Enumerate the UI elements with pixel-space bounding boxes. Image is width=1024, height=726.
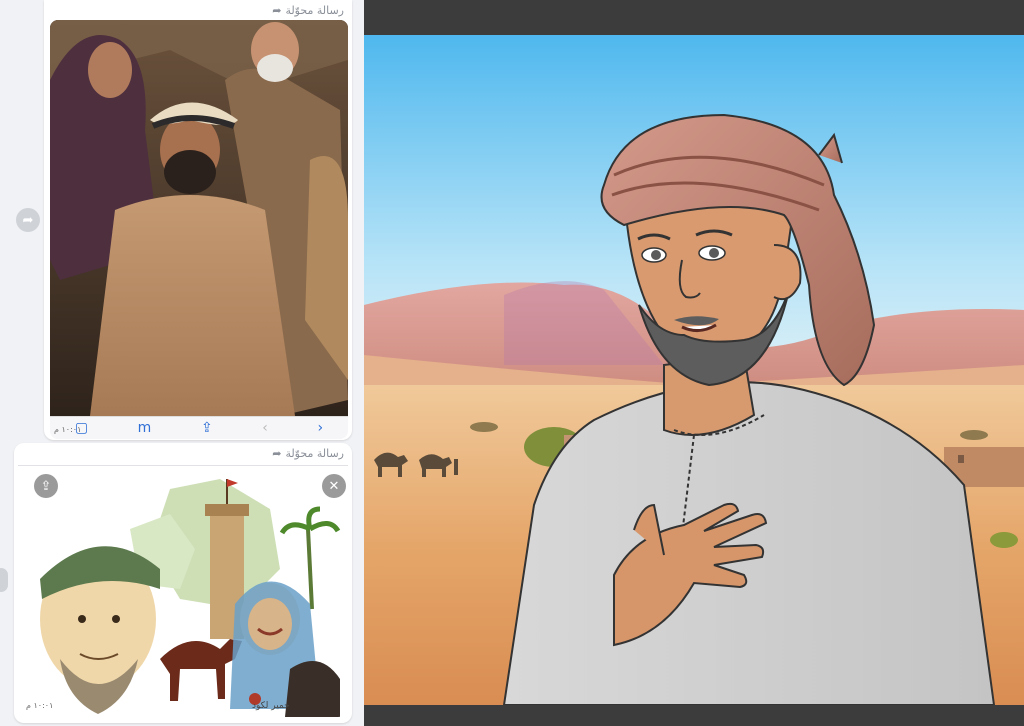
- sketch-illustration: [20, 469, 346, 717]
- browser-toolbar: ▢ 𝗆 ⇪ ‹ ›: [50, 416, 348, 439]
- forward-arrow-icon: ➦: [272, 3, 282, 17]
- message-bubble-photo[interactable]: رسالة محوّلة ➦ ▢ 𝗆 ⇪ ‹ › ١٠:٠١ م: [44, 0, 352, 440]
- forwarded-header: رسالة محوّلة ➦: [272, 2, 344, 18]
- photo-actors-illustration: [50, 20, 348, 416]
- message-timestamp: ١٠:٠١ م: [54, 425, 82, 434]
- desert-man-illustration: [364, 35, 1024, 705]
- viewer-top-bar: [364, 0, 1024, 35]
- cartoon-image[interactable]: [364, 35, 1024, 705]
- share-icon[interactable]: ⇪: [201, 420, 213, 436]
- chat-panel: ➦ رسالة محوّلة ➦ ▢ 𝗆 ⇪ ‹ › ١٠:٠١ م رسالة…: [0, 0, 364, 726]
- close-icon[interactable]: ✕: [322, 474, 346, 498]
- back-icon[interactable]: ‹: [262, 420, 268, 436]
- message-timestamp: ١٠:٠١ م: [26, 701, 54, 710]
- forward-button-partial[interactable]: [0, 568, 8, 592]
- share-icon[interactable]: ⇪: [34, 474, 58, 498]
- message-bubble-sketch[interactable]: رسالة محوّلة ➦ ⇪ ✕ ١٠:٠١ م حمير لكود: [14, 443, 352, 723]
- forward-icon[interactable]: ➦: [16, 208, 40, 232]
- forwarded-photo[interactable]: [50, 20, 348, 416]
- forwarded-label: رسالة محوّلة: [285, 446, 344, 460]
- sketch-signature: حمير لكود: [252, 701, 290, 711]
- divider: [18, 465, 348, 466]
- forwarded-header: رسالة محوّلة ➦: [272, 445, 344, 461]
- bookmarks-icon[interactable]: 𝗆: [138, 420, 152, 436]
- forward-arrow-icon: ➦: [272, 446, 282, 460]
- forwarded-sketch-image[interactable]: ⇪ ✕ ١٠:٠١ م حمير لكود: [20, 469, 346, 717]
- viewer-bottom-bar: [364, 705, 1024, 726]
- image-viewer: [364, 0, 1024, 726]
- forwarded-label: رسالة محوّلة: [285, 3, 344, 17]
- forward-chevron-icon[interactable]: ›: [318, 420, 324, 436]
